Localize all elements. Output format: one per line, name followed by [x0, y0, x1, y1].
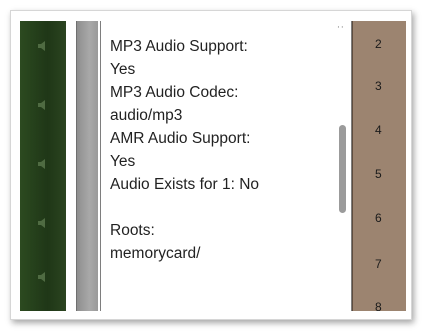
- info-line: memorycard/: [110, 245, 201, 262]
- line-number: 6: [375, 211, 382, 225]
- speaker-icon: [38, 218, 45, 228]
- line-number: 7: [375, 257, 382, 271]
- info-line: MP3 Audio Codec:: [110, 84, 239, 101]
- screenshot-frame: MP3 Audio Support: Yes MP3 Audio Codec: …: [10, 10, 412, 320]
- info-line: Yes: [110, 153, 136, 170]
- vertical-scrollbar[interactable]: ··: [337, 21, 347, 311]
- scroll-top-dots-icon: ··: [337, 23, 345, 33]
- info-line-blank: [110, 196, 335, 219]
- speaker-icon: [38, 272, 45, 282]
- info-line: audio/mp3: [110, 107, 183, 124]
- line-number: 4: [375, 123, 382, 137]
- left-icon-strip: [20, 21, 66, 311]
- info-line: MP3 Audio Support:: [110, 38, 248, 55]
- line-number: 2: [375, 37, 382, 51]
- speaker-icon: [38, 159, 45, 169]
- line-number-strip: 2 3 4 5 6 7 8: [352, 21, 406, 311]
- app-screen: MP3 Audio Support: Yes MP3 Audio Codec: …: [20, 21, 406, 311]
- info-line: Audio Exists for 1: No: [110, 176, 260, 193]
- speaker-icon: [38, 41, 45, 51]
- line-number: 5: [375, 167, 382, 181]
- info-line: Yes: [110, 61, 136, 78]
- gray-divider-bar: [76, 21, 98, 311]
- line-number: 3: [375, 79, 382, 93]
- info-line: Roots:: [110, 222, 155, 239]
- scrollbar-thumb[interactable]: [339, 125, 346, 213]
- speaker-icon: [38, 100, 45, 110]
- device-info-panel[interactable]: MP3 Audio Support: Yes MP3 Audio Codec: …: [100, 21, 352, 311]
- device-info-list: MP3 Audio Support: Yes MP3 Audio Codec: …: [110, 35, 335, 265]
- info-line: AMR Audio Support:: [110, 130, 251, 147]
- line-number: 8: [375, 300, 382, 311]
